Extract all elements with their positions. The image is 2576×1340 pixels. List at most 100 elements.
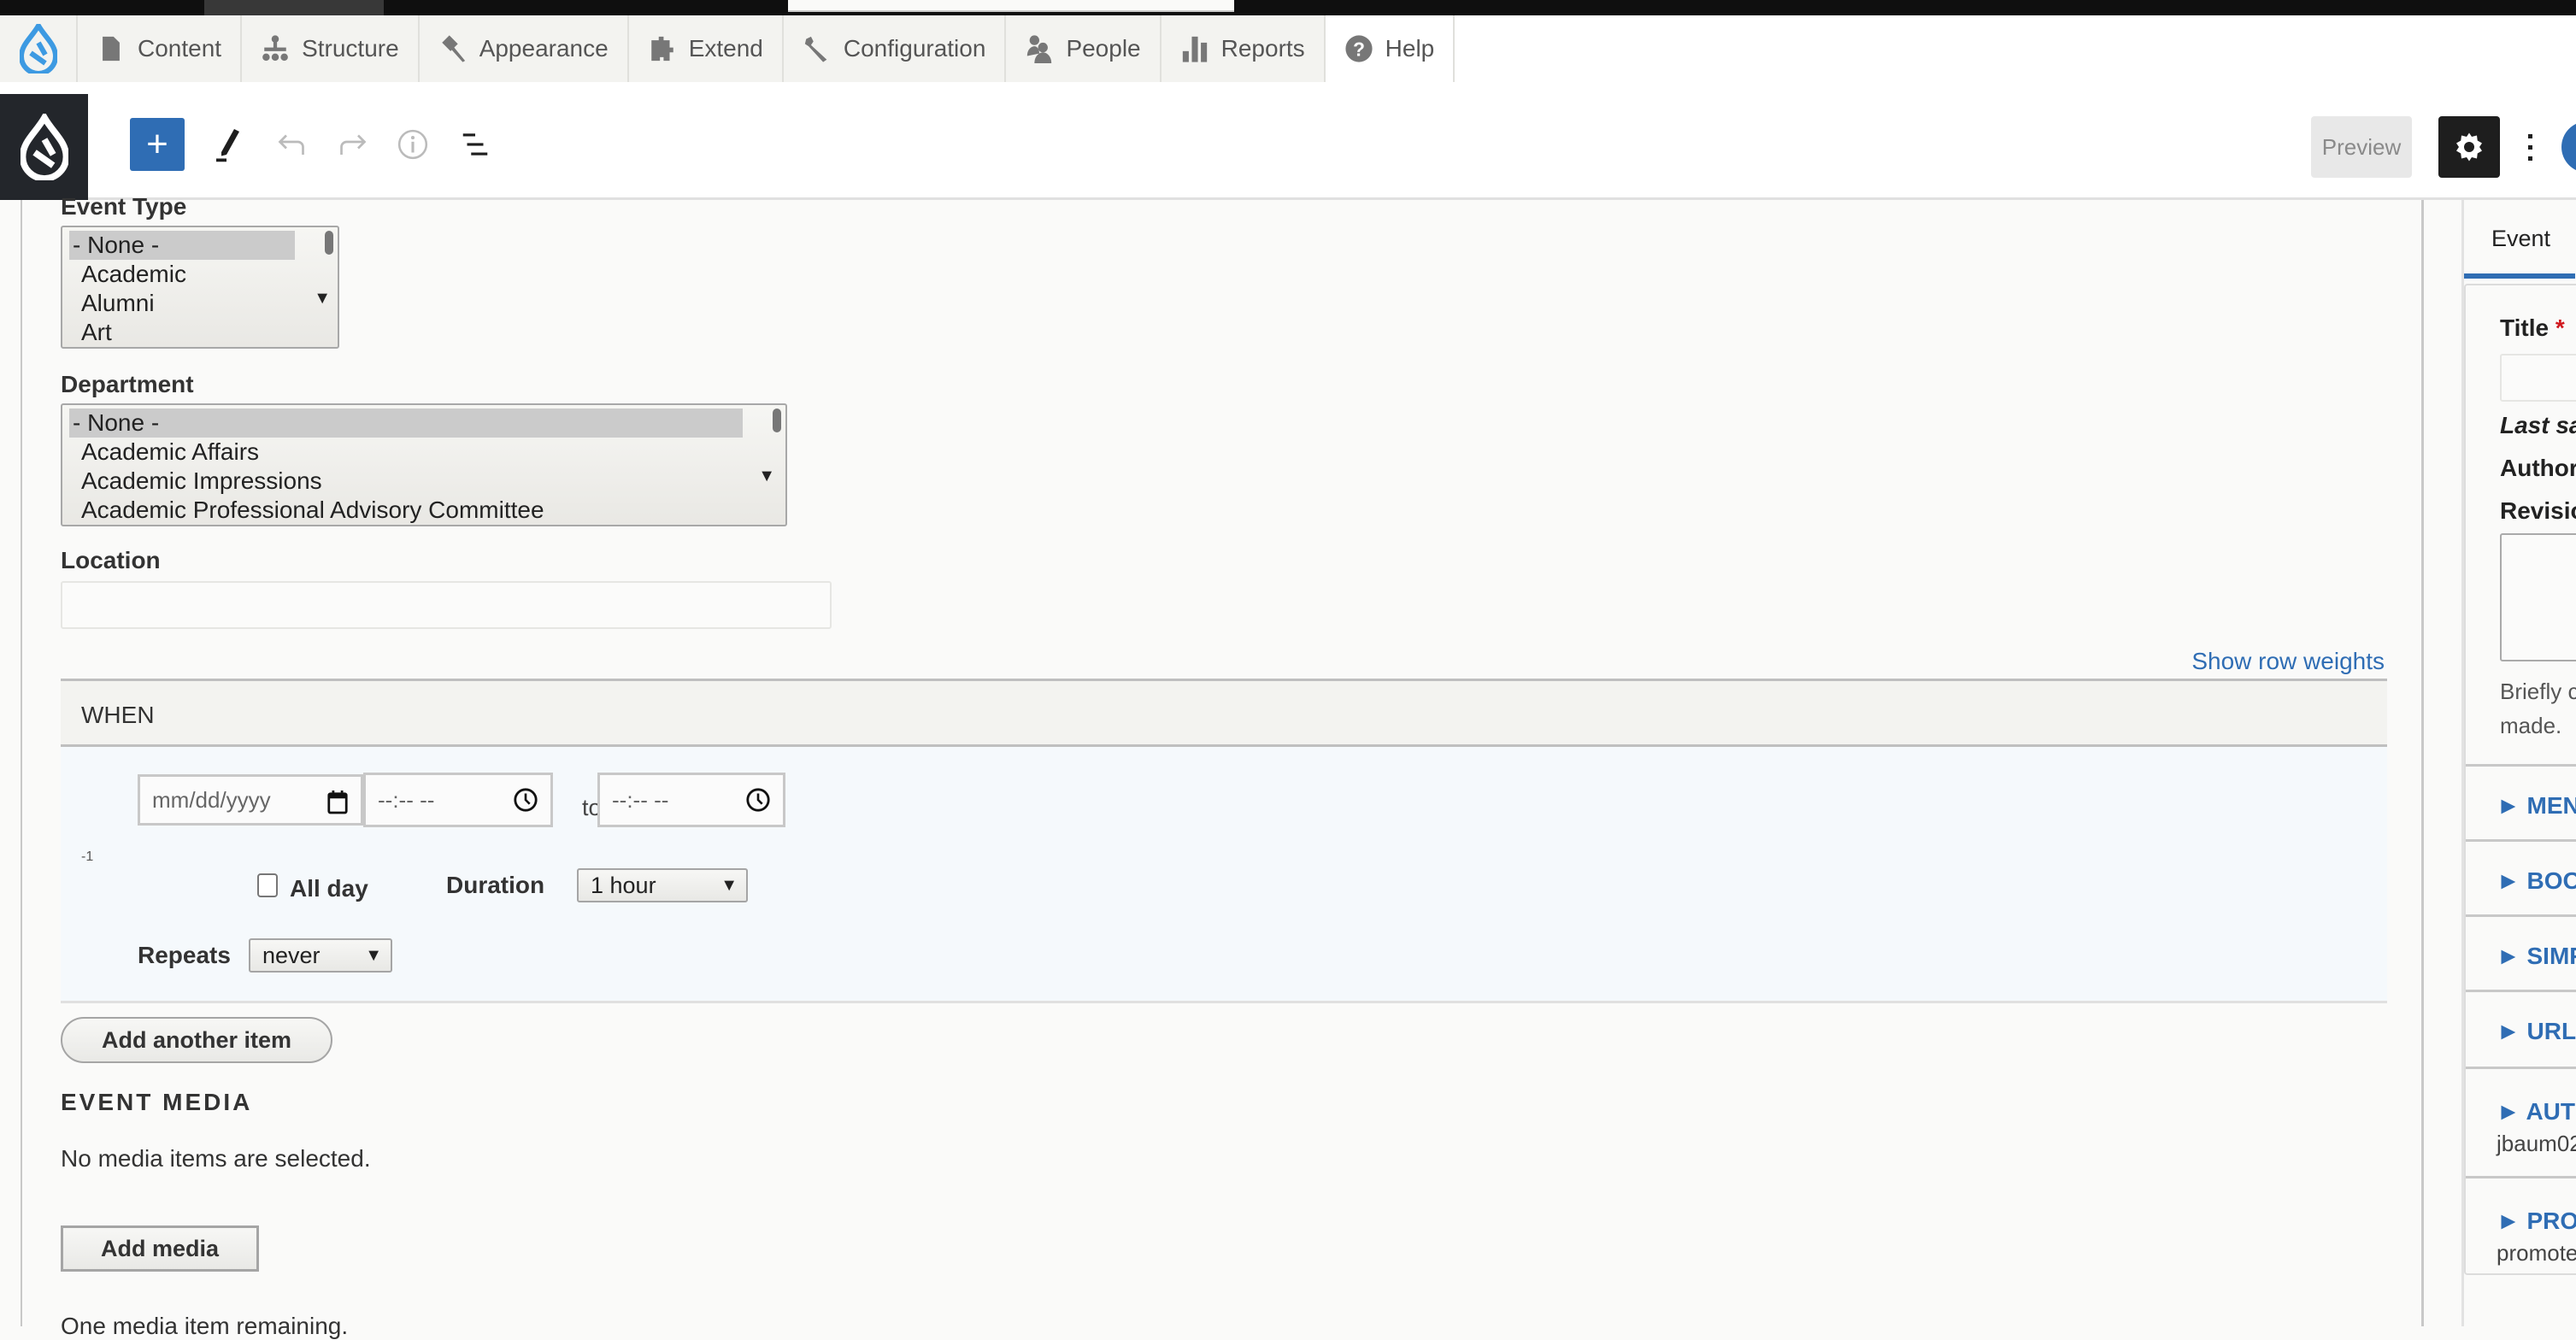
chevron-down-icon: ▼ [758, 467, 775, 486]
accordion-title[interactable]: ► BOOK [2497, 867, 2576, 895]
start-time-input[interactable]: --:-- -- [363, 773, 553, 827]
department-option[interactable]: Academic Impressions [69, 467, 785, 496]
location-field: Location [61, 547, 161, 574]
paintbrush-icon [438, 34, 468, 63]
editor-content-area: Event Type - None - Academic Alumni Art … [21, 200, 2424, 1326]
details-button[interactable] [395, 126, 431, 162]
accordion-label: PROM [2527, 1208, 2576, 1234]
location-input[interactable] [61, 581, 832, 629]
repeats-select[interactable]: never ▼ [249, 938, 392, 973]
drupal-logo-icon [20, 24, 57, 73]
preview-button[interactable]: Preview [2311, 116, 2412, 178]
clock-icon[interactable] [513, 787, 538, 813]
settings-button[interactable] [2438, 116, 2500, 178]
accordion-menu[interactable]: ► MENU [2466, 764, 2576, 839]
more-dot-icon [2528, 134, 2532, 138]
end-time-input[interactable]: --:-- -- [597, 773, 785, 827]
admin-menu-help[interactable]: ? Help [1326, 15, 1456, 82]
scrollbar-thumb[interactable] [325, 231, 333, 255]
accordion-title[interactable]: ► URL A [2497, 1018, 2576, 1045]
title-input[interactable] [2500, 354, 2576, 402]
accordion-title[interactable]: ► PROM [2497, 1208, 2576, 1235]
date-placeholder: mm/dd/yyyy [152, 787, 271, 814]
event-type-select[interactable]: - None - Academic Alumni Art ▼ [61, 226, 339, 349]
chevron-down-icon: ▼ [365, 946, 382, 966]
duration-value: 1 hour [591, 873, 656, 899]
duration-select[interactable]: 1 hour ▼ [577, 868, 748, 902]
browser-top-strip [0, 0, 2576, 15]
redo-button[interactable] [335, 126, 371, 162]
revision-log-help: Briefly c made. [2500, 674, 2576, 743]
browser-tab[interactable] [204, 0, 384, 15]
add-another-item-button[interactable]: Add another item [61, 1017, 332, 1063]
tab-event[interactable]: Event [2464, 200, 2575, 279]
more-dot-icon [2528, 145, 2532, 150]
admin-menu-content[interactable]: Content [78, 15, 242, 82]
admin-menu-label: Content [138, 35, 221, 62]
admin-menu-appearance[interactable]: Appearance [420, 15, 629, 82]
revision-log-textarea[interactable] [2500, 533, 2576, 661]
revision-help-line: made. [2500, 708, 2576, 743]
info-icon [397, 128, 429, 161]
department-option[interactable]: - None - [69, 408, 743, 438]
chevron-down-icon: ▼ [314, 289, 331, 309]
pencil-icon [214, 126, 244, 162]
puzzle-icon [648, 34, 677, 63]
edit-tool-button[interactable] [211, 126, 247, 162]
undo-button[interactable] [273, 126, 309, 162]
repeats-value: never [262, 943, 321, 969]
event-type-option[interactable]: - None - [69, 231, 295, 260]
accordion-label: SIMPL [2527, 943, 2576, 969]
add-block-button[interactable]: + [130, 118, 185, 171]
title-label: Title * [2500, 314, 2565, 342]
accordion-simple[interactable]: ► SIMPL [2466, 914, 2576, 990]
accordion-promotion[interactable]: ► PROM promote [2466, 1176, 2576, 1277]
date-input[interactable]: mm/dd/yyyy [138, 774, 363, 826]
admin-menu-structure[interactable]: Structure [242, 15, 420, 82]
more-dot-icon [2528, 156, 2532, 161]
accordion-authoring[interactable]: ► AUTH jbaum02 [2466, 1067, 2576, 1176]
accordion-book[interactable]: ► BOOK [2466, 839, 2576, 914]
browser-tab-active[interactable] [788, 0, 1234, 12]
drupal-home-link[interactable] [0, 15, 78, 82]
all-day-checkbox[interactable] [257, 873, 278, 897]
chevron-down-icon: ▼ [720, 876, 738, 896]
department-option[interactable]: Academic Affairs [69, 438, 785, 467]
list-view-icon [459, 128, 491, 161]
more-options-button[interactable] [2520, 125, 2540, 169]
accordion-title[interactable]: ► SIMPL [2497, 943, 2576, 970]
department-option[interactable]: Academic Professional Advisory Committee [69, 496, 785, 525]
event-type-option[interactable]: Academic [69, 260, 338, 289]
accordion-label: BOOK [2527, 867, 2576, 894]
admin-menu-configuration[interactable]: Configuration [784, 15, 1007, 82]
accordion-url-alias[interactable]: ► URL A [2466, 990, 2576, 1067]
site-logo[interactable] [0, 94, 88, 200]
admin-menu-label: Reports [1221, 35, 1305, 62]
triangle-right-icon: ► [2497, 943, 2527, 969]
no-media-text: No media items are selected. [61, 1145, 371, 1172]
add-media-button[interactable]: Add media [61, 1225, 259, 1272]
file-icon [97, 34, 126, 63]
triangle-right-icon: ► [2497, 867, 2527, 894]
admin-menu-extend[interactable]: Extend [629, 15, 784, 82]
accordion-title[interactable]: ► AUTH [2497, 1098, 2576, 1125]
user-avatar[interactable] [2561, 121, 2576, 173]
accordion-title[interactable]: ► MENU [2497, 792, 2576, 820]
list-view-button[interactable] [457, 126, 493, 162]
admin-menu-people[interactable]: People [1006, 15, 1161, 82]
bar-chart-icon [1180, 34, 1209, 63]
clock-icon[interactable] [745, 787, 771, 813]
event-type-option[interactable]: Alumni [69, 289, 338, 318]
all-day-label[interactable]: All day [290, 875, 368, 902]
row-weight-indicator[interactable]: -1 [81, 849, 93, 865]
admin-menu-reports[interactable]: Reports [1162, 15, 1326, 82]
repeats-label: Repeats [138, 942, 231, 969]
department-select[interactable]: - None - Academic Affairs Academic Impre… [61, 403, 787, 526]
start-time-placeholder: --:-- -- [378, 787, 434, 814]
admin-menu-label: Structure [302, 35, 399, 62]
calendar-icon[interactable] [326, 789, 349, 814]
show-row-weights-link[interactable]: Show row weights [2191, 648, 2385, 675]
media-remaining-text: One media item remaining. [61, 1313, 348, 1340]
event-type-option[interactable]: Art [69, 318, 338, 347]
scrollbar-thumb[interactable] [773, 408, 781, 432]
